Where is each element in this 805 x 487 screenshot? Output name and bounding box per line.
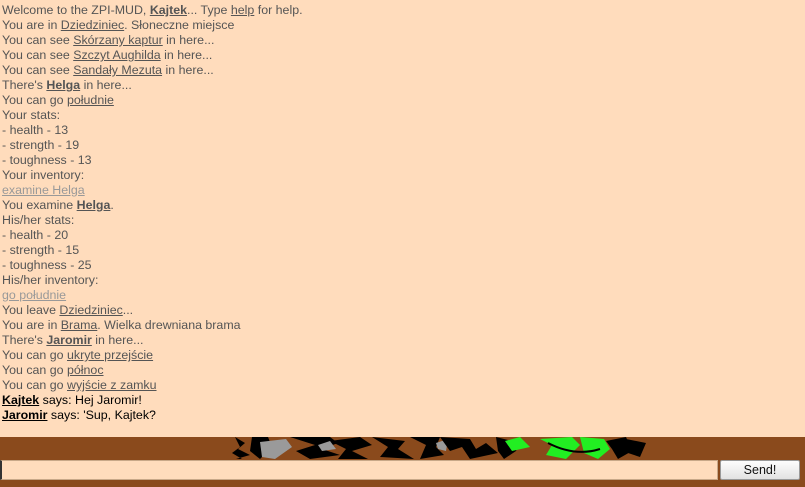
game-link[interactable]: północ [67,363,104,377]
speaker-name[interactable]: Kajtek [2,393,39,407]
log-line: You can go północ [2,363,803,378]
log-line: - strength - 19 [2,138,803,153]
log-text: in here... [160,48,213,62]
log-line: - strength - 15 [2,243,803,258]
game-link[interactable]: wyjście z zamku [67,378,157,392]
game-link[interactable]: Dziedziniec [61,18,124,32]
game-link[interactable]: help [231,3,254,17]
log-text: in here... [80,78,132,92]
log-text: Your inventory: [2,168,85,182]
log-line: You can go południe [2,93,803,108]
log-line: His/her stats: [2,213,803,228]
entity-name[interactable]: Kajtek [150,3,187,17]
log-line: You are in Dziedziniec. Słoneczne miejsc… [2,18,803,33]
game-link[interactable]: Dziedziniec [59,303,122,317]
log-text: . [110,198,114,212]
send-button[interactable]: Send! [720,460,800,480]
game-link[interactable]: Szczyt Aughilda [73,48,160,62]
log-line: You examine Helga. [2,198,803,213]
log-line: - toughness - 25 [2,258,803,273]
log-text: You can see [2,33,74,47]
log-line: Your inventory: [2,168,803,183]
entity-name[interactable]: Helga [46,78,80,92]
log-text: . Wielka drewniana brama [97,318,241,332]
log-text: . Słoneczne miejsce [124,18,235,32]
log-text: in here... [162,63,214,77]
log-text: in here... [91,333,144,347]
command-input[interactable] [0,460,718,480]
log-text: in here... [162,33,215,47]
log-text: for help. [254,3,303,17]
log-line: You can see Szczyt Aughilda in here... [2,48,803,63]
log-text: says: Hej Jaromir! [39,393,142,407]
game-link[interactable]: ukryte przejście [67,348,153,362]
log-text: You can go [2,348,67,362]
log-line: Jaromir says: 'Sup, Kajtek? [2,408,803,423]
message-log: Welcome to the ZPI-MUD, Kajtek... Type h… [0,0,805,437]
log-line: examine Helga [2,183,803,198]
log-text: - toughness - 13 [2,153,92,167]
log-text: Your stats: [2,108,61,122]
log-line: You can go ukryte przejście [2,348,803,363]
command-echo-link[interactable]: examine Helga [2,183,85,197]
log-text: You can go [2,378,67,392]
log-line: - toughness - 13 [2,153,803,168]
log-text: - health - 13 [2,123,69,137]
log-line: Welcome to the ZPI-MUD, Kajtek... Type h… [2,3,803,18]
log-line: Kajtek says: Hej Jaromir! [2,393,803,408]
log-line: His/her inventory: [2,273,803,288]
log-text: You can go [2,363,67,377]
log-text: You can go [2,93,67,107]
log-line: You can see Sandały Mezuta in here... [2,63,803,78]
log-line: - health - 20 [2,228,803,243]
log-text: - strength - 15 [2,243,80,257]
log-text: You are in [2,18,61,32]
log-line: You can see Skórzany kaptur in here... [2,33,803,48]
log-line: Your stats: [2,108,803,123]
log-line: There's Helga in here... [2,78,803,93]
log-text: His/her inventory: [2,273,99,287]
game-link[interactable]: Brama [61,318,98,332]
entity-name[interactable]: Jaromir [46,333,91,347]
speaker-name[interactable]: Jaromir [2,408,47,422]
game-link[interactable]: południe [67,93,114,107]
log-text: ... Type [187,3,231,17]
log-text: You can see [2,48,74,62]
log-text: - strength - 19 [2,138,80,152]
game-link[interactable]: Skórzany kaptur [73,33,163,47]
log-text: There's [2,78,47,92]
log-text: - toughness - 25 [2,258,92,272]
log-line: You can go wyjście z zamku [2,378,803,393]
log-text: - health - 20 [2,228,69,242]
log-line: You are in Brama. Wielka drewniana brama [2,318,803,333]
log-text: says: 'Sup, Kajtek? [47,408,156,422]
log-text: You examine [2,198,77,212]
log-text: You leave [2,303,60,317]
log-text: ... [122,303,134,317]
log-text: His/her stats: [2,213,75,227]
log-text: You are in [2,318,61,332]
command-bar: Send! [0,459,805,482]
log-line: go południe [2,288,803,303]
log-text: There's [2,333,47,347]
command-echo-link[interactable]: go południe [2,288,66,302]
log-line: There's Jaromir in here... [2,333,803,348]
log-text: You can see [2,63,74,77]
log-line: You leave Dziedziniec... [2,303,803,318]
log-line: - health - 13 [2,123,803,138]
game-link[interactable]: Sandały Mezuta [73,63,162,77]
entity-name[interactable]: Helga [77,198,111,212]
log-text: Welcome to the ZPI-MUD, [2,3,150,17]
